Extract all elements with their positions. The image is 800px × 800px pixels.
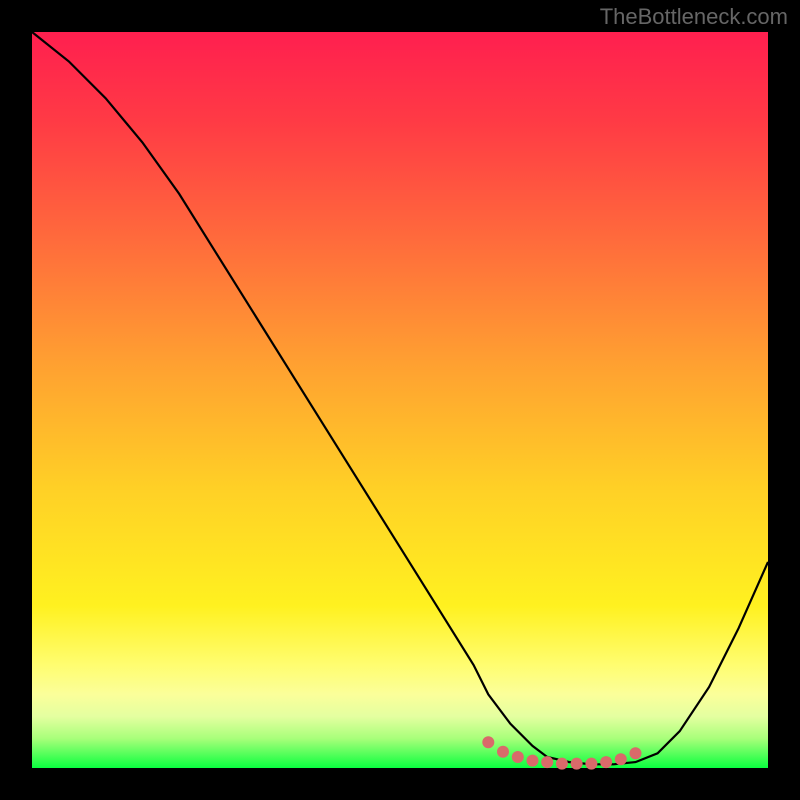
marker-dot	[482, 736, 494, 748]
marker-dot	[541, 756, 553, 768]
marker-dot	[615, 753, 627, 765]
bottleneck-curve	[32, 32, 768, 764]
marker-dot	[556, 758, 568, 770]
marker-dot	[630, 747, 642, 759]
marker-dot	[600, 756, 612, 768]
marker-dot	[527, 755, 539, 767]
marker-dot	[585, 758, 597, 770]
marker-dot	[497, 746, 509, 758]
chart-frame: TheBottleneck.com	[0, 0, 800, 800]
marker-dot	[571, 758, 583, 770]
marker-dot	[512, 751, 524, 763]
chart-svg	[32, 32, 768, 768]
watermark-text: TheBottleneck.com	[600, 4, 788, 30]
